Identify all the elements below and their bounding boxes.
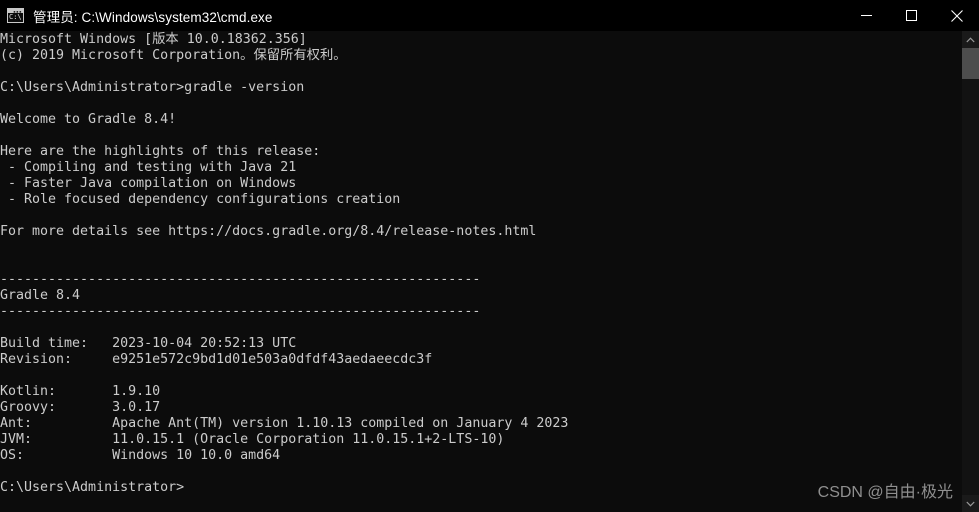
cmd-window: ▪▪▪ C:\. 管理员: C:\Windows\system32\cmd.ex…: [0, 0, 979, 512]
close-button[interactable]: [934, 0, 979, 31]
cmd-icon-prompt-text: C:\.: [9, 13, 23, 21]
console-text: Microsoft Windows [版本 10.0.18362.356] (c…: [0, 32, 569, 495]
title-bar-left: ▪▪▪ C:\. 管理员: C:\Windows\system32\cmd.ex…: [0, 0, 273, 31]
maximize-button[interactable]: [889, 0, 934, 31]
scroll-up-arrow-icon[interactable]: [962, 31, 979, 48]
terminal-output-area[interactable]: Microsoft Windows [版本 10.0.18362.356] (c…: [0, 31, 962, 512]
scrollbar-thumb[interactable]: [962, 48, 979, 79]
scroll-down-arrow-icon[interactable]: [962, 495, 979, 512]
minimize-button[interactable]: [844, 0, 889, 31]
vertical-scrollbar[interactable]: [962, 31, 979, 512]
scrollbar-track[interactable]: [962, 48, 979, 495]
title-bar[interactable]: ▪▪▪ C:\. 管理员: C:\Windows\system32\cmd.ex…: [0, 0, 979, 31]
window-title: 管理员: C:\Windows\system32\cmd.exe: [33, 9, 273, 25]
cmd-exe-icon: ▪▪▪ C:\.: [7, 8, 24, 23]
window-controls: [844, 0, 979, 31]
